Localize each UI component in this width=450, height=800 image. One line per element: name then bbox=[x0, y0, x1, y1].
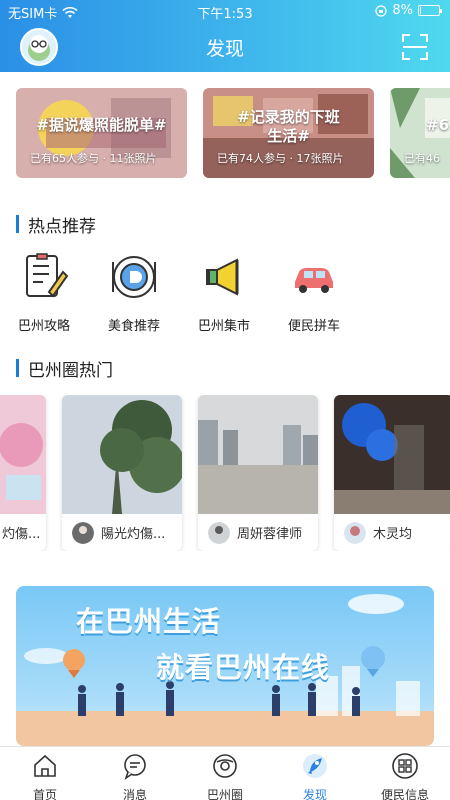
tab-label: 消息 bbox=[122, 788, 147, 800]
hot-item-label: 便民拼车 bbox=[287, 319, 340, 334]
megaphone-icon bbox=[206, 258, 239, 296]
topic-meta: 已有65人参与 · 11张照片 bbox=[30, 152, 157, 165]
circle-icon bbox=[213, 754, 237, 778]
tab-bar: 首页 消息 巴州圈 发现 便民信息 bbox=[0, 746, 450, 800]
post-user: 木灵均 bbox=[373, 527, 413, 542]
banner-line2: 就看巴州在线 bbox=[156, 651, 331, 684]
tab-home[interactable]: 首页 bbox=[0, 747, 90, 800]
topic-title: #6 bbox=[426, 116, 450, 134]
hot-item-food[interactable]: 美食推荐 bbox=[99, 252, 169, 334]
battery-icon bbox=[418, 5, 442, 16]
header: 无SIM卡 下午1:53 8% 发现 bbox=[0, 0, 450, 72]
post-user: 陽光灼傷... bbox=[101, 527, 166, 542]
post-photo bbox=[62, 395, 182, 514]
topic-card[interactable]: #6 已有46 bbox=[390, 88, 450, 178]
tab-label: 首页 bbox=[32, 788, 57, 800]
post-photo bbox=[334, 395, 450, 514]
battery-percent: 8% bbox=[392, 3, 413, 18]
topic-card[interactable]: #据说爆照能脱单# 已有65人参与 · 11张照片 bbox=[16, 88, 187, 178]
post-card[interactable]: 灼傷... bbox=[0, 395, 46, 551]
hot-item-carpool[interactable]: 便民拼车 bbox=[279, 252, 349, 334]
tab-messages[interactable]: 消息 bbox=[90, 747, 180, 800]
hot-item-market[interactable]: 巴州集市 bbox=[189, 252, 259, 334]
promo-banner[interactable]: 在巴州生活 就看巴州在线 bbox=[16, 586, 434, 746]
tab-discover[interactable]: 发现 bbox=[270, 747, 360, 800]
user-avatar bbox=[72, 521, 94, 544]
tab-label: 发现 bbox=[302, 788, 327, 800]
topic-title: #记录我的下班生活# bbox=[237, 108, 340, 145]
circle-carousel[interactable]: 灼傷... 陽光灼傷... 周妍蓉律师 木灵均 bbox=[0, 395, 450, 551]
banner-line1: 在巴州生活 bbox=[76, 605, 222, 638]
hot-item-label: 巴州集市 bbox=[197, 319, 250, 334]
home-icon bbox=[34, 754, 56, 777]
navbar: 发现 bbox=[0, 22, 450, 72]
hot-item-label: 巴州攻略 bbox=[17, 319, 70, 334]
tab-label: 巴州圈 bbox=[206, 788, 243, 800]
page-title: 发现 bbox=[205, 38, 244, 60]
topic-meta: 已有46 bbox=[404, 152, 440, 165]
hot-item-guide[interactable]: 巴州攻略 bbox=[9, 252, 79, 334]
user-avatar bbox=[208, 521, 230, 544]
topic-card[interactable]: #记录我的下班生活# 已有74人参与 · 17张照片 bbox=[203, 88, 374, 178]
grid-icon bbox=[392, 753, 418, 779]
rocket-icon bbox=[303, 754, 327, 778]
rotation-lock-icon bbox=[375, 4, 387, 17]
tab-services[interactable]: 便民信息 bbox=[360, 747, 450, 800]
topic-meta: 已有74人参与 · 17张照片 bbox=[217, 152, 344, 165]
guide-icon bbox=[26, 253, 69, 298]
post-photo bbox=[0, 395, 46, 514]
post-card[interactable]: 陽光灼傷... bbox=[62, 395, 182, 551]
post-photo bbox=[198, 395, 318, 514]
tab-label: 便民信息 bbox=[380, 788, 429, 800]
section-title-hot: 热点推荐 bbox=[16, 212, 96, 237]
user-avatar bbox=[344, 521, 366, 544]
car-icon bbox=[295, 268, 333, 293]
post-user: 周妍蓉律师 bbox=[237, 527, 303, 542]
hot-recommend: 巴州攻略 美食推荐 巴州集市 便民拼车 bbox=[0, 252, 450, 334]
tab-circle[interactable]: 巴州圈 bbox=[180, 747, 270, 800]
food-icon bbox=[112, 256, 156, 298]
hot-item-label: 美食推荐 bbox=[107, 319, 160, 334]
message-icon bbox=[124, 754, 146, 780]
section-title-circle: 巴州圈热门 bbox=[16, 356, 113, 381]
post-user: 灼傷... bbox=[2, 527, 41, 542]
post-card[interactable]: 木灵均 bbox=[334, 395, 450, 551]
topic-carousel[interactable]: #据说爆照能脱单# 已有65人参与 · 11张照片 #记录我的下班生活# 已有7… bbox=[0, 86, 450, 180]
post-card[interactable]: 周妍蓉律师 bbox=[198, 395, 318, 551]
status-bar: 无SIM卡 下午1:53 8% bbox=[0, 0, 450, 22]
scan-icon[interactable] bbox=[402, 34, 428, 60]
topic-title: #据说爆照能脱单# bbox=[36, 116, 167, 134]
